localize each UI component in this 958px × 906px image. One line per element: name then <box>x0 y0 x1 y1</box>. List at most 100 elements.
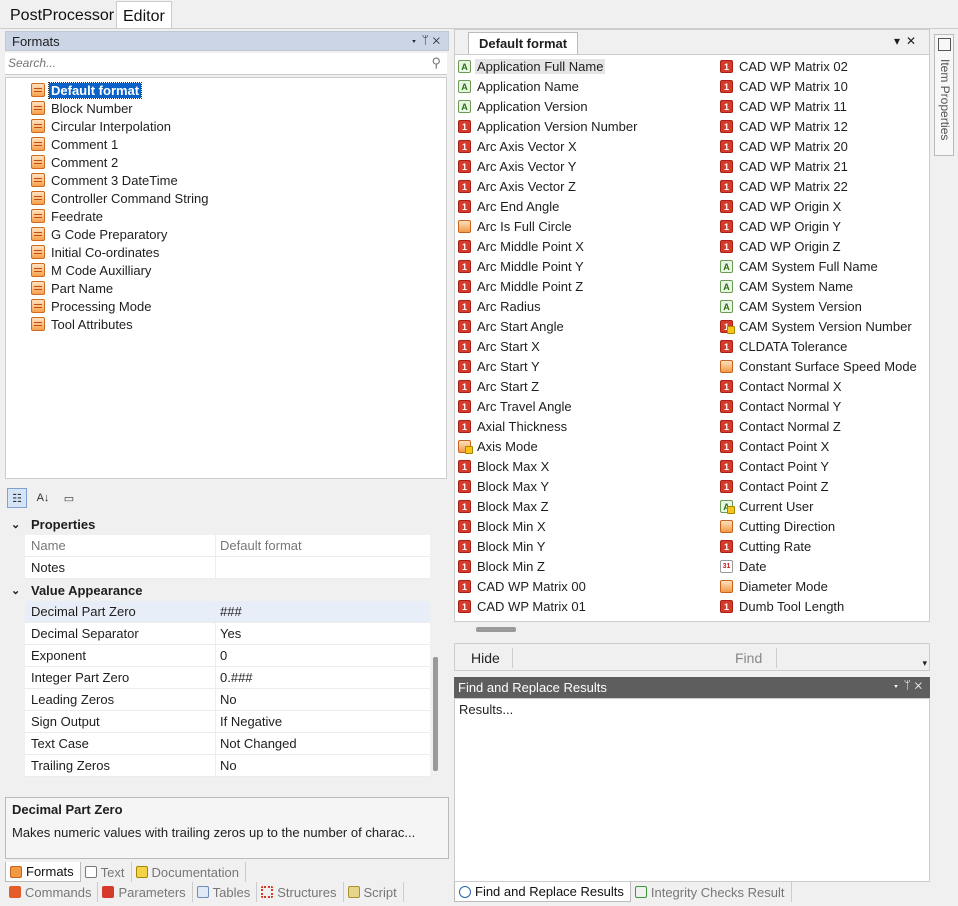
property-row[interactable]: Name Default format <box>5 535 430 557</box>
list-item[interactable]: 1 Arc Axis Vector Z <box>458 177 578 196</box>
list-item[interactable]: 1 Arc Start X <box>458 337 542 356</box>
tab-find-replace-results[interactable]: Find and Replace Results <box>454 882 631 902</box>
property-value[interactable]: Default format <box>220 538 302 553</box>
tab-documentation[interactable]: Documentation <box>132 862 246 882</box>
property-row[interactable]: Notes <box>5 557 430 579</box>
list-item[interactable]: A Current User <box>720 497 815 516</box>
tree-item[interactable]: Comment 3 DateTime <box>31 171 180 189</box>
property-value[interactable]: 0.### <box>220 670 253 685</box>
tree-item[interactable]: Comment 2 <box>31 153 120 171</box>
list-item[interactable]: 1 CAD WP Origin Y <box>720 217 843 236</box>
tab-structures[interactable]: Structures <box>257 882 344 902</box>
property-row[interactable]: Text Case Not Changed <box>5 733 430 755</box>
list-item[interactable]: A CAM System Full Name <box>720 257 880 276</box>
list-item[interactable]: A Application Full Name <box>458 57 606 76</box>
tree-item[interactable]: Processing Mode <box>31 297 153 315</box>
property-value[interactable]: No <box>220 758 237 773</box>
property-pages-icon[interactable]: ▭ <box>59 488 79 508</box>
chevron-down-icon[interactable]: ⌄ <box>11 518 20 531</box>
list-item[interactable]: 1 CAM System Version Number <box>720 317 914 336</box>
list-item[interactable]: 1 Dumb Tool Length <box>720 597 846 616</box>
list-item[interactable]: 1 Axial Thickness <box>458 417 569 436</box>
close-icon[interactable]: ✕ <box>906 34 922 48</box>
property-grid-scrollbar[interactable] <box>433 657 438 771</box>
list-item[interactable]: 1 Cutting Rate <box>720 537 813 556</box>
tab-text[interactable]: Text <box>81 862 132 882</box>
list-item[interactable]: 1 CAD WP Origin X <box>720 197 843 216</box>
list-item[interactable]: 1 CAD WP Matrix 20 <box>720 137 850 156</box>
property-row[interactable]: Decimal Part Zero ### <box>5 601 430 623</box>
list-item[interactable]: Cutting Direction <box>720 517 837 536</box>
list-item[interactable]: 1 Block Min Z <box>458 557 547 576</box>
list-item[interactable]: Axis Mode <box>458 437 540 456</box>
list-item[interactable]: A CAM System Name <box>720 277 855 296</box>
property-row[interactable]: Leading Zeros No <box>5 689 430 711</box>
list-item[interactable]: A CAM System Version <box>720 297 864 316</box>
property-value[interactable]: 0 <box>220 648 227 663</box>
property-row[interactable]: Decimal Separator Yes <box>5 623 430 645</box>
tree-item[interactable]: Tool Attributes <box>31 315 135 333</box>
tree-item[interactable]: Initial Co-ordinates <box>31 243 161 261</box>
property-value[interactable]: Not Changed <box>220 736 297 751</box>
tree-item[interactable]: Default format <box>31 81 143 99</box>
list-item[interactable]: 1 Contact Point Y <box>720 457 831 476</box>
list-item[interactable]: 1 Block Max X <box>458 457 551 476</box>
list-item[interactable]: 1 Contact Point Z <box>720 477 831 496</box>
item-properties-sidebar[interactable]: Item Properties <box>934 34 954 156</box>
tree-item[interactable]: Part Name <box>31 279 115 297</box>
list-item[interactable]: 1 CAD WP Matrix 11 <box>720 97 849 116</box>
tab-integrity-checks[interactable]: Integrity Checks Result <box>631 882 792 902</box>
search-icon[interactable]: ⚲ <box>431 55 441 71</box>
tab-formats[interactable]: Formats <box>5 862 81 882</box>
tab-editor[interactable]: Editor <box>116 1 172 29</box>
list-item[interactable]: 1 CAD WP Origin Z <box>720 237 843 256</box>
list-item[interactable]: 1 CAD WP Matrix 21 <box>720 157 850 176</box>
list-item[interactable]: 1 Application Version Number <box>458 117 639 136</box>
tab-parameters[interactable]: Parameters <box>98 882 193 902</box>
list-item[interactable]: 1 CAD WP Matrix 00 <box>458 577 588 596</box>
list-item[interactable]: 1 Arc Start Z <box>458 377 541 396</box>
tree-item[interactable]: M Code Auxilliary <box>31 261 153 279</box>
find-button[interactable]: Find <box>721 648 778 668</box>
property-category[interactable]: ⌄ Value Appearance <box>5 579 430 601</box>
list-item[interactable]: 1 Arc Start Y <box>458 357 542 376</box>
tab-postprocessor[interactable]: PostProcessor <box>4 1 120 29</box>
categorized-view-icon[interactable]: ☷ <box>7 488 27 508</box>
search-input[interactable] <box>5 53 405 73</box>
list-item[interactable]: 1 Arc Radius <box>458 297 543 316</box>
list-item[interactable]: 1 Arc Axis Vector X <box>458 137 579 156</box>
tab-default-format[interactable]: Default format <box>468 32 579 54</box>
tree-item[interactable]: Feedrate <box>31 207 105 225</box>
list-item[interactable]: 1 Arc Axis Vector Y <box>458 157 578 176</box>
list-item[interactable]: 1 CAD WP Matrix 22 <box>720 177 850 196</box>
property-value[interactable]: Yes <box>220 626 241 641</box>
tree-item[interactable]: G Code Preparatory <box>31 225 169 243</box>
tab-tables[interactable]: Tables <box>193 882 258 902</box>
chevron-down-icon[interactable]: ▾ <box>410 33 421 47</box>
list-item[interactable]: Constant Surface Speed Mode <box>720 357 919 376</box>
list-item[interactable]: 1 CAD WP Matrix 02 <box>720 57 850 76</box>
list-item[interactable]: 1 Contact Normal Z <box>720 417 843 436</box>
property-value[interactable]: No <box>220 692 237 707</box>
property-value[interactable]: ### <box>220 604 242 619</box>
list-item[interactable]: 1 CAD WP Matrix 12 <box>720 117 850 136</box>
list-item[interactable]: 1 Block Max Z <box>458 497 551 516</box>
list-item[interactable]: 1 Contact Normal Y <box>720 397 843 416</box>
list-item[interactable]: 1 Arc Middle Point Z <box>458 277 585 296</box>
list-item[interactable]: A Application Version <box>458 97 590 116</box>
chevron-down-icon[interactable]: ▾ <box>894 34 906 48</box>
chevron-down-icon[interactable]: ⌄ <box>11 584 20 597</box>
tree-item[interactable]: Circular Interpolation <box>31 117 173 135</box>
pin-icon[interactable]: ᛘ <box>904 678 915 692</box>
list-item[interactable]: Diameter Mode <box>720 577 830 596</box>
list-item[interactable]: 1 Block Min X <box>458 517 548 536</box>
list-item[interactable]: 1 CLDATA Tolerance <box>720 337 849 356</box>
tree-item[interactable]: Controller Command String <box>31 189 211 207</box>
property-row[interactable]: Integer Part Zero 0.### <box>5 667 430 689</box>
list-item[interactable]: 31 Date <box>720 557 768 576</box>
list-item[interactable]: 1 CAD WP Matrix 10 <box>720 77 850 96</box>
list-item[interactable]: 1 Arc Travel Angle <box>458 397 574 416</box>
property-value[interactable]: If Negative <box>220 714 282 729</box>
list-item[interactable]: 1 Arc Start Angle <box>458 317 566 336</box>
tree-item[interactable]: Comment 1 <box>31 135 120 153</box>
